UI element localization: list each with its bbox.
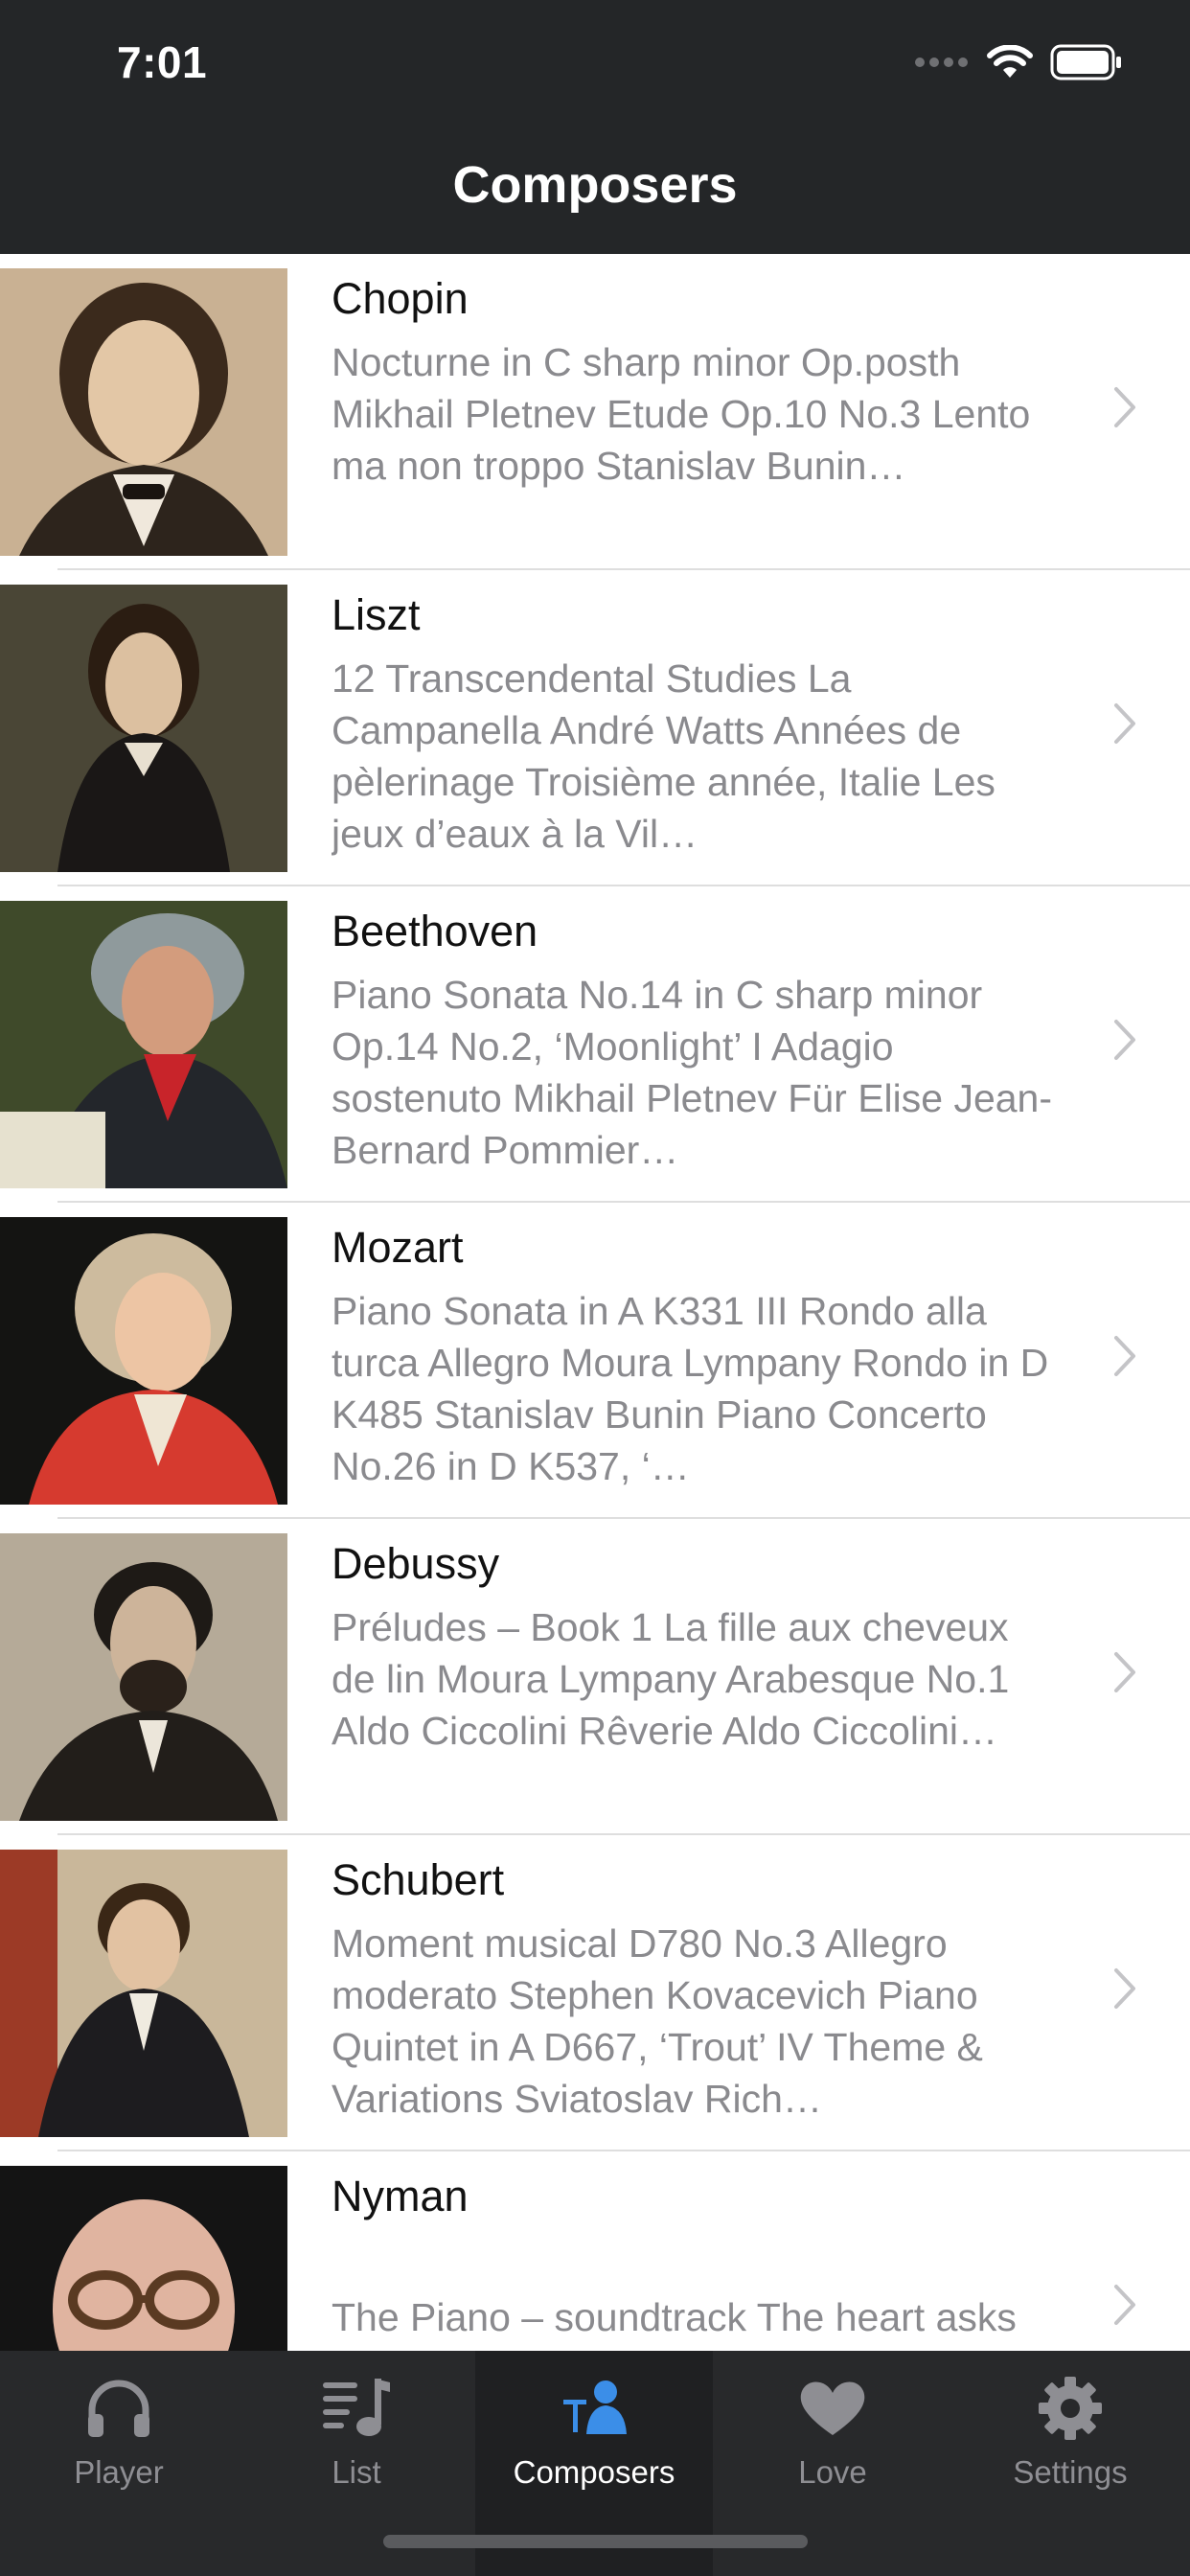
composer-portrait	[0, 1217, 287, 1505]
chevron-right-icon	[1114, 1336, 1135, 1376]
chevron-right-icon	[1114, 387, 1135, 427]
composer-portrait	[0, 2166, 287, 2351]
wifi-icon	[987, 43, 1033, 84]
status-indicators	[914, 40, 1123, 88]
composer-name: Chopin	[332, 274, 469, 323]
composer-name: Mozart	[332, 1223, 464, 1272]
composer-tracks: Préludes – Book 1 La fille aux cheveux d…	[332, 1605, 1010, 1753]
composer-portrait	[0, 268, 287, 556]
composer-tracks: Piano Sonata No.14 in C sharp minor Op.1…	[332, 973, 1053, 1172]
composer-tracks: Piano Sonata in A K331 III Rondo alla tu…	[332, 1289, 1049, 1488]
navigation-bar: Composers	[0, 134, 1190, 254]
battery-icon	[1050, 44, 1123, 85]
composer-tracks: 12 Transcendental Studies La Campanella …	[332, 656, 995, 856]
music-list-icon	[323, 2379, 390, 2436]
tab-settings[interactable]: Settings	[951, 2351, 1189, 2576]
tab-label: Settings	[1013, 2454, 1128, 2490]
tab-label: Love	[798, 2454, 867, 2490]
chevron-right-icon	[1114, 1652, 1135, 1692]
list-item-debussy[interactable]: Debussy Préludes – Book 1 La fille aux c…	[0, 1519, 1190, 1835]
page-title: Composers	[452, 156, 738, 214]
status-bar: 7:01	[0, 0, 1190, 134]
headphones-icon	[88, 2380, 149, 2437]
list-item-beethoven[interactable]: Beethoven Piano Sonata No.14 in C sharp …	[0, 886, 1190, 1203]
composer-tracks: Nocturne in C sharp minor Op.posth Mikha…	[332, 340, 1031, 488]
chevron-right-icon	[1114, 1020, 1135, 1060]
composer-list[interactable]: Chopin Nocturne in C sharp minor Op.post…	[0, 254, 1190, 2351]
composer-tracks: The Piano – soundtrack The heart asks pl…	[332, 2295, 1017, 2351]
composer-name: Beethoven	[332, 907, 538, 955]
gear-icon	[1039, 2377, 1102, 2440]
tab-label: Composers	[513, 2454, 675, 2490]
tab-label: Player	[74, 2454, 164, 2490]
composer-name: Nyman	[332, 2172, 469, 2220]
list-item-mozart[interactable]: Mozart Piano Sonata in A K331 III Rondo …	[0, 1203, 1190, 1519]
chevron-right-icon	[1114, 703, 1135, 744]
composers-icon	[563, 2380, 627, 2434]
list-item-nyman[interactable]: Nyman The Piano – soundtrack The heart a…	[0, 2151, 1190, 2351]
composer-name: Debussy	[332, 1539, 500, 1588]
chevron-right-icon	[1114, 2285, 1135, 2325]
composer-portrait	[0, 1850, 287, 2137]
heart-icon	[800, 2381, 865, 2435]
tab-player[interactable]: Player	[0, 2351, 238, 2576]
composer-name: Schubert	[332, 1855, 505, 1904]
list-item-liszt[interactable]: Liszt 12 Transcendental Studies La Campa…	[0, 570, 1190, 886]
composer-tracks: Moment musical D780 No.3 Allegro moderat…	[332, 1921, 983, 2121]
signal-dots-icon	[914, 56, 970, 73]
composer-portrait	[0, 1533, 287, 1821]
list-item-schubert[interactable]: Schubert Moment musical D780 No.3 Allegr…	[0, 1835, 1190, 2151]
composer-portrait	[0, 585, 287, 872]
tab-label: List	[332, 2454, 381, 2490]
status-time: 7:01	[117, 37, 208, 87]
home-indicator[interactable]	[383, 2535, 808, 2548]
chevron-right-icon	[1114, 1968, 1135, 2009]
composer-portrait	[0, 901, 287, 1188]
composer-name: Liszt	[332, 590, 421, 639]
list-item-chopin[interactable]: Chopin Nocturne in C sharp minor Op.post…	[0, 254, 1190, 570]
